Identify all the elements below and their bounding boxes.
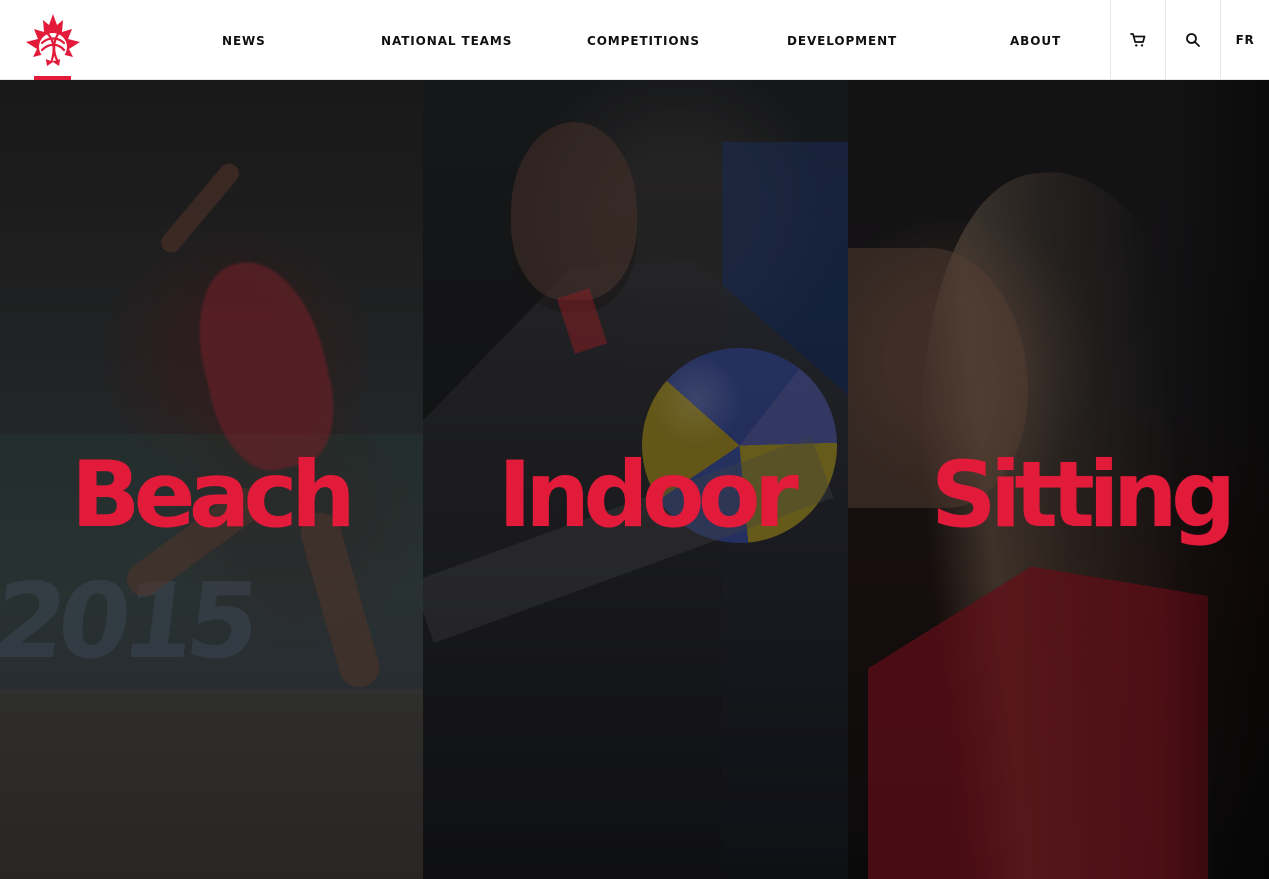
nav-development[interactable]: DEVELOPMENT — [787, 30, 897, 52]
nav-news[interactable]: NEWS — [222, 30, 266, 52]
discipline-hero: 2015 Beach Indoor Sitting — [0, 80, 1269, 879]
beach-panel-title: Beach — [71, 443, 356, 548]
sitting-discipline-panel[interactable]: Sitting — [848, 80, 1269, 879]
indoor-discipline-panel[interactable]: Indoor — [423, 80, 848, 879]
nav-competitions[interactable]: COMPETITIONS — [587, 30, 700, 52]
search-icon — [1186, 33, 1200, 47]
indoor-panel-title: Indoor — [498, 443, 799, 548]
maple-leaf-volleyball-icon — [26, 14, 80, 66]
shopping-cart-icon — [1130, 33, 1146, 47]
sitting-panel-title: Sitting — [931, 443, 1236, 548]
active-logo-indicator — [34, 76, 71, 80]
search-button[interactable] — [1166, 0, 1220, 80]
beach-discipline-panel[interactable]: 2015 Beach — [0, 80, 423, 879]
volleyball-canada-logo[interactable] — [24, 12, 82, 68]
nav-national-teams[interactable]: NATIONAL TEAMS — [381, 30, 512, 52]
cart-button[interactable] — [1111, 0, 1165, 80]
language-toggle[interactable]: FR — [1221, 0, 1269, 80]
nav-about[interactable]: ABOUT — [1010, 30, 1061, 52]
site-header: NEWS NATIONAL TEAMS COMPETITIONS DEVELOP… — [0, 0, 1269, 80]
